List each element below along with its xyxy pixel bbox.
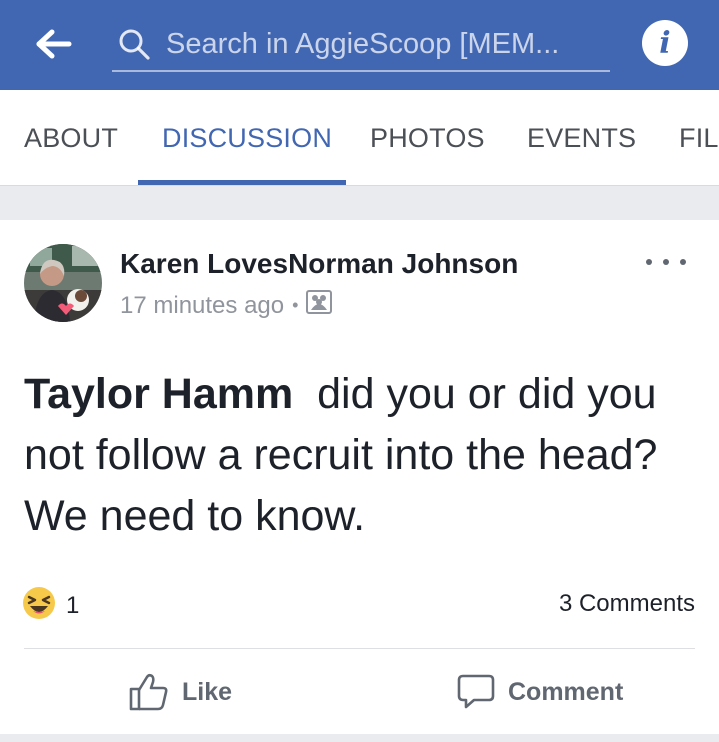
comment-label: Comment — [508, 677, 624, 706]
group-members-icon — [306, 290, 333, 321]
post-meta: 17 minutes ago • — [120, 290, 333, 321]
section-separator — [0, 186, 719, 220]
post-author[interactable]: Karen LovesNorman Johnson — [120, 248, 518, 280]
post-card: Karen LovesNorman Johnson 17 minutes ago… — [0, 220, 719, 740]
group-tabs: ABOUT DISCUSSION PHOTOS EVENTS FIL — [0, 90, 719, 186]
search-icon — [114, 24, 154, 64]
mention-link[interactable]: Taylor Hamm — [24, 370, 293, 418]
comment-icon — [457, 674, 495, 709]
active-tab-indicator — [138, 180, 346, 185]
actions-divider — [24, 648, 695, 649]
search-input-text[interactable]: Search in AggieScoop [MEM... — [166, 28, 596, 61]
tab-files[interactable]: FIL — [679, 90, 719, 186]
tab-events[interactable]: EVENTS — [527, 90, 636, 186]
avatar[interactable] — [24, 244, 102, 322]
reactions-summary[interactable]: 1 — [22, 586, 79, 625]
back-arrow-icon — [36, 29, 72, 59]
bottom-separator — [0, 734, 719, 742]
post-body: Taylor Hamm did you or did you not follo… — [24, 364, 704, 547]
tab-discussion[interactable]: DISCUSSION — [162, 90, 332, 186]
thumbs-up-icon — [129, 673, 168, 711]
like-label: Like — [182, 677, 233, 706]
laughing-face-icon — [22, 586, 56, 625]
more-options-icon[interactable] — [646, 250, 686, 274]
comment-button[interactable]: Comment — [456, 672, 623, 712]
like-button[interactable]: Like — [128, 672, 232, 712]
post-timestamp[interactable]: 17 minutes ago — [120, 292, 284, 320]
top-app-bar: Search in AggieScoop [MEM... i — [0, 0, 719, 90]
tab-photos[interactable]: PHOTOS — [370, 90, 485, 186]
reaction-count: 1 — [66, 591, 80, 619]
tab-about[interactable]: ABOUT — [24, 90, 118, 186]
comments-count[interactable]: 3 Comments — [559, 590, 695, 618]
meta-separator: • — [292, 295, 299, 315]
search-field[interactable]: Search in AggieScoop [MEM... — [112, 18, 610, 72]
info-icon[interactable]: i — [642, 20, 688, 66]
back-button[interactable] — [32, 24, 76, 64]
